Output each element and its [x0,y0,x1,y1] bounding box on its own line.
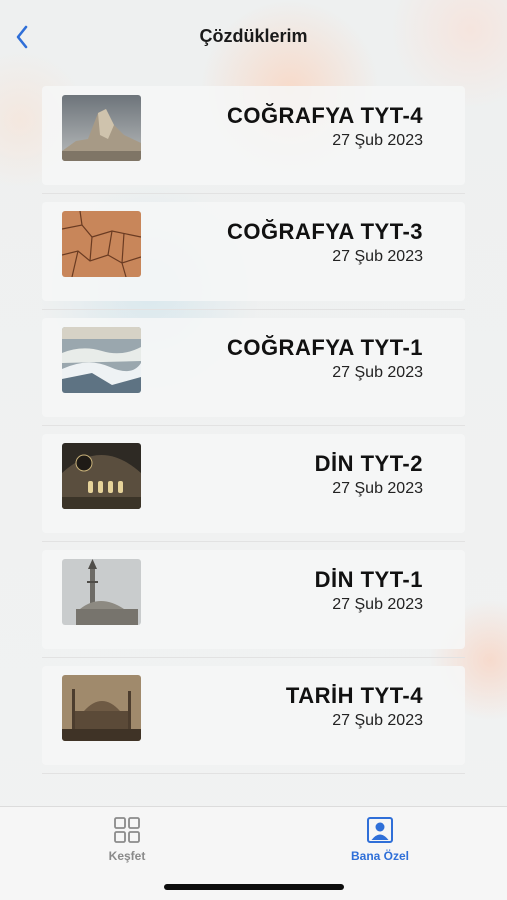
tab-bana-ozel-label: Bana Özel [350,849,410,863]
tab-bana-ozel[interactable]: Bana Özel [310,807,450,877]
item-date: 27 Şub 2023 [332,480,423,497]
item-title: COĞRAFYA TYT-1 [226,335,423,360]
item-date: 27 Şub 2023 [332,132,423,149]
item-date: 27 Şub 2023 [332,364,423,381]
list-item[interactable]: COĞRAFYA TYT-3 27 Şub 2023 [42,194,465,310]
profile-icon [367,817,393,843]
item-date: 27 Şub 2023 [332,596,423,613]
item-title: COĞRAFYA TYT-3 [226,219,423,244]
home-indicator [164,884,344,890]
item-title: DİN TYT-1 [314,567,423,592]
item-title: COĞRAFYA TYT-4 [226,103,423,128]
item-title: TARİH TYT-4 [285,683,423,708]
list-item[interactable]: DİN TYT-2 27 Şub 2023 [42,426,465,542]
list-item[interactable]: DİN TYT-1 27 Şub 2023 [42,542,465,658]
tab-kesfet-label: Keşfet [108,849,146,863]
list-item[interactable]: TARİH TYT-4 27 Şub 2023 [42,658,465,774]
minaret-thumbnail [62,559,141,625]
solved-list: COĞRAFYA TYT-4 27 Şub 2023 COĞRAFYA TYT-… [42,78,465,774]
tab-kesfet[interactable]: Keşfet [57,807,197,877]
rock-mountain-thumbnail [62,95,141,161]
item-title: DİN TYT-2 [314,451,423,476]
item-date: 27 Şub 2023 [332,712,423,729]
mosque-interior-thumbnail [62,443,141,509]
hagia-sophia-thumbnail [62,675,141,741]
list-item[interactable]: COĞRAFYA TYT-1 27 Şub 2023 [42,310,465,426]
nav-bar: Çözdüklerim [0,0,507,74]
cracked-earth-thumbnail [62,211,141,277]
grid-icon [114,817,140,843]
fog-landscape-thumbnail [62,327,141,393]
page-title: Çözdüklerim [199,26,308,46]
item-date: 27 Şub 2023 [332,248,423,265]
list-item[interactable]: COĞRAFYA TYT-4 27 Şub 2023 [42,78,465,194]
